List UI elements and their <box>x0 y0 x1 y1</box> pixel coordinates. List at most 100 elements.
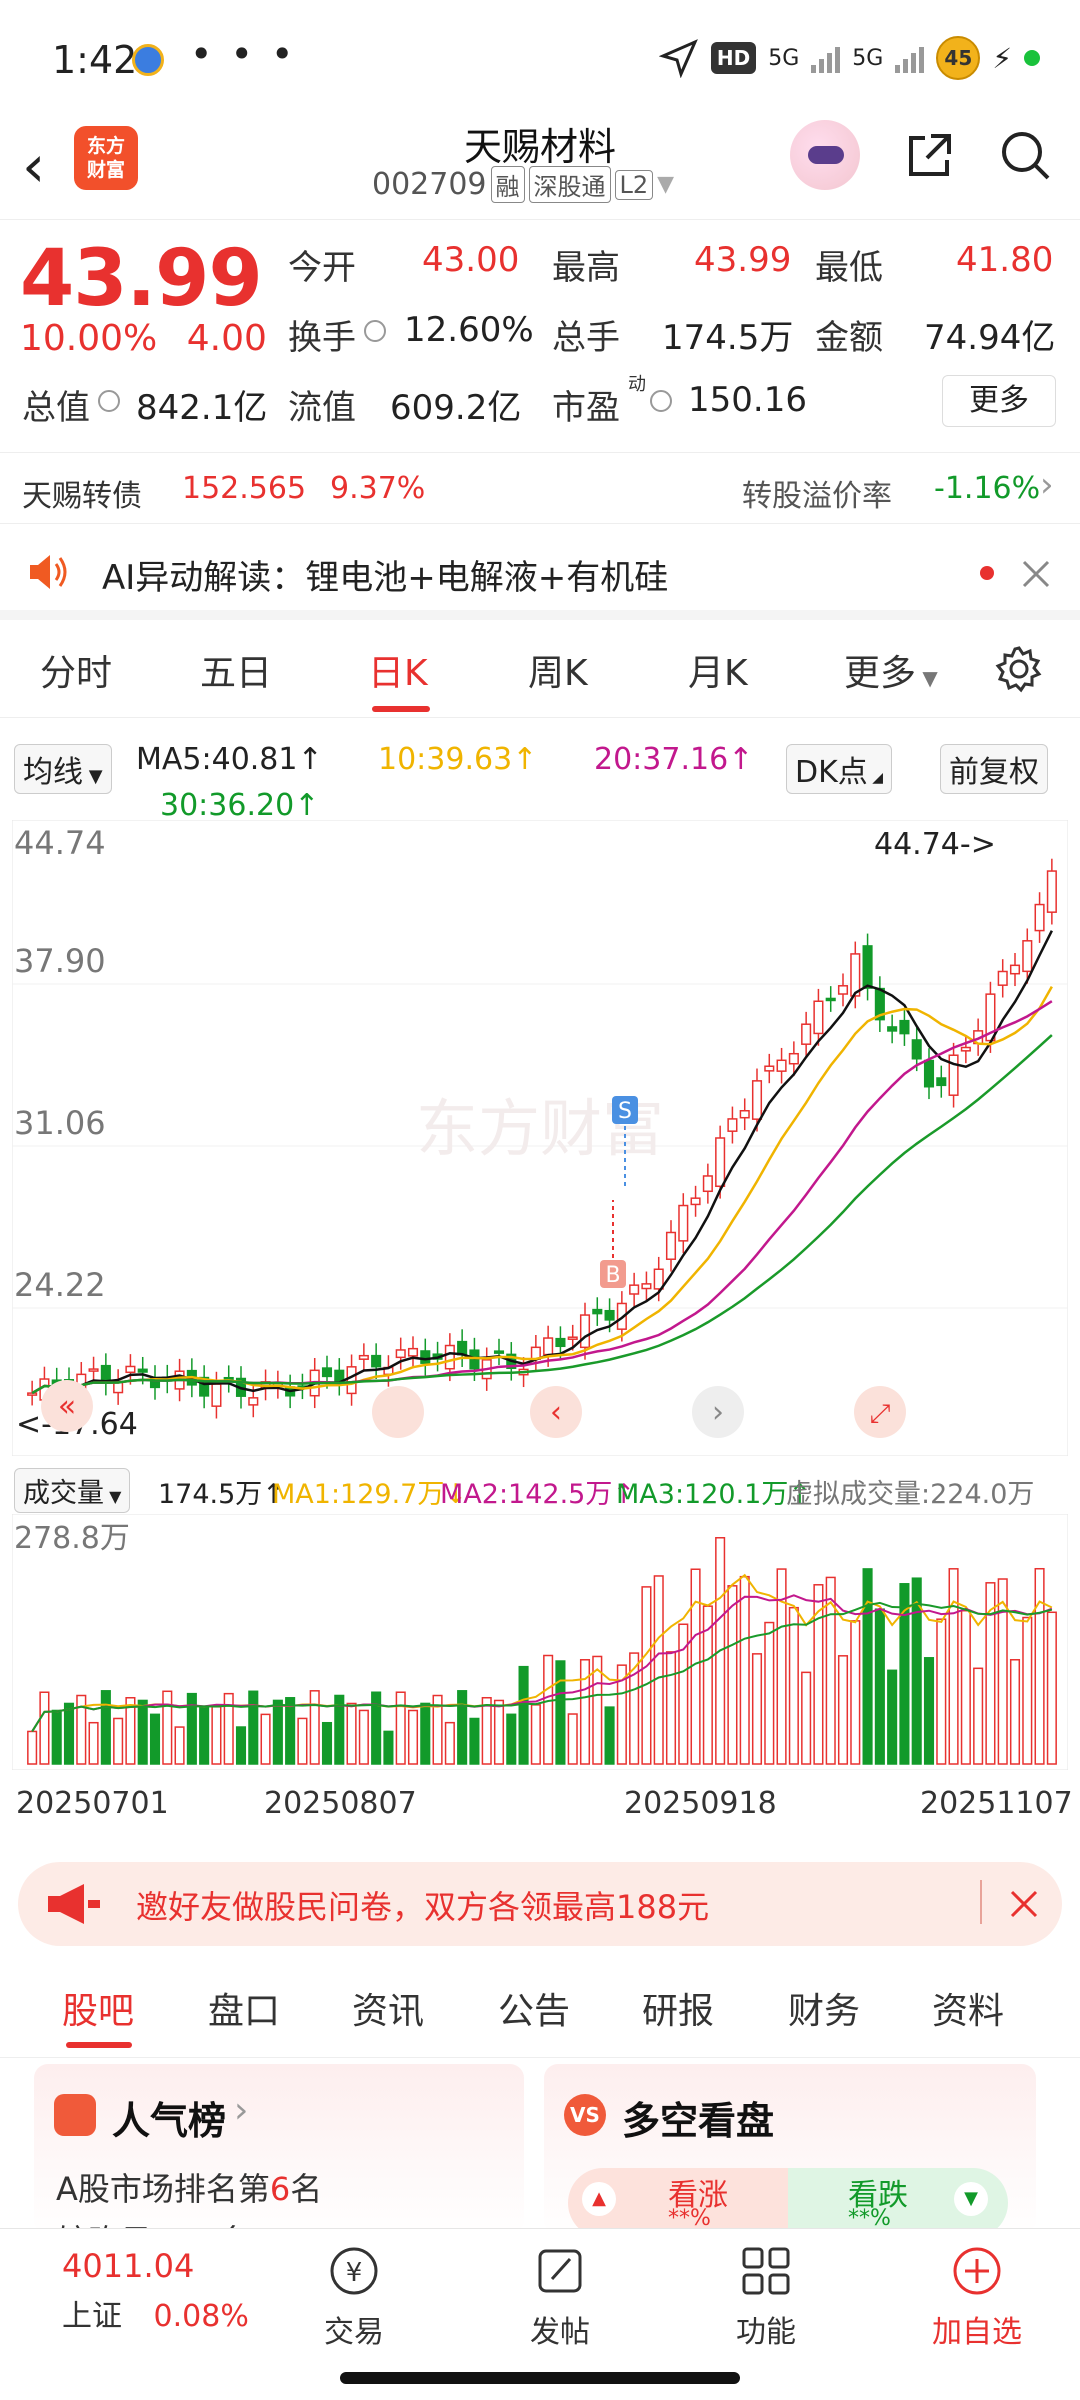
volume-bar <box>948 1568 959 1765</box>
bond-price: 152.565 <box>182 471 307 506</box>
signal-icon-2 <box>895 43 925 73</box>
ma-selector[interactable]: 均线 ▼ <box>14 744 112 794</box>
banner-close-icon[interactable] <box>1008 1888 1040 1920</box>
nav-add-watchlist[interactable]: 加自选 <box>922 2243 1032 2351</box>
candle-body <box>727 1118 738 1132</box>
tab-five-day[interactable]: 五日 <box>200 644 272 696</box>
volume-bar <box>493 1699 505 1765</box>
active-tab-indicator <box>372 706 430 712</box>
code-dropdown-icon[interactable]: ▼ <box>657 172 674 197</box>
more-quote-button[interactable]: 更多 <box>942 375 1056 427</box>
bull-side[interactable]: ▲ 看涨 **% <box>568 2168 788 2234</box>
volume-bar <box>137 1699 148 1765</box>
volume-bar <box>874 1608 885 1765</box>
tab-intraday[interactable]: 分时 <box>40 644 112 696</box>
date-label-3: 20250918 <box>624 1786 777 1821</box>
tab-orderbook[interactable]: 盘口 <box>208 1982 280 2034</box>
vol-ma2: MA2:142.5万↑ <box>440 1479 635 1510</box>
volume-label: 总手 <box>552 318 620 358</box>
candle-body <box>751 1080 763 1120</box>
banner-text: 邀好友做股民问卷，双方各领最高188元 <box>136 1888 710 1926</box>
volume-bar <box>506 1713 517 1765</box>
volume-bar <box>1046 1611 1057 1765</box>
volume-bar <box>358 1709 369 1765</box>
candle-body <box>862 945 873 989</box>
tab-financials[interactable]: 财务 <box>788 1982 860 2034</box>
tab-news[interactable]: 资讯 <box>352 1982 424 2034</box>
tab-weekly-k[interactable]: 周K <box>528 644 588 696</box>
volume-bar <box>837 1655 849 1765</box>
svg-text:¥: ¥ <box>346 2258 363 2288</box>
expand-icon: ⤢ <box>870 1399 891 1429</box>
search-icon[interactable] <box>998 128 1052 182</box>
promo-banner[interactable]: 邀好友做股民问卷，双方各领最高188元 <box>18 1862 1062 1946</box>
volume-bar <box>567 1713 578 1765</box>
ma-selector-label: 均线 <box>23 755 83 790</box>
volume-selector[interactable]: 成交量 ▼ <box>14 1468 131 1513</box>
candle-body <box>321 1367 333 1378</box>
bullbear-bar: ▲ 看涨 **% 看跌 **% ▼ <box>568 2168 1008 2234</box>
tab-forum[interactable]: 股吧 <box>62 1982 134 2034</box>
ai-assistant-icon[interactable] <box>790 120 860 190</box>
tab-monthly-k[interactable]: 月K <box>688 644 748 696</box>
mktcap-info-icon[interactable] <box>98 390 120 412</box>
index-widget[interactable]: 4011.04 上证 0.08% <box>62 2247 249 2335</box>
forum-tab-indicator <box>66 2042 132 2048</box>
low-label: 最低 <box>815 248 883 288</box>
rank-number: 6 <box>269 2170 291 2208</box>
megaphone-icon <box>48 1884 100 1924</box>
tab-more[interactable]: 更多 ▼ <box>844 644 938 696</box>
charging-icon: ⚡ <box>992 41 1012 75</box>
volume-value: 174.5万↑ <box>158 1479 285 1510</box>
volume-bar <box>248 1690 259 1765</box>
high-label: 最高 <box>552 248 620 288</box>
turnover-info-icon[interactable] <box>364 320 386 342</box>
tab-daily-k[interactable]: 日K <box>368 644 428 696</box>
unread-dot-icon <box>980 566 994 580</box>
tab-research[interactable]: 研报 <box>642 1982 714 2034</box>
nav-add-label: 加自选 <box>932 2315 1022 2350</box>
close-icon[interactable] <box>1020 558 1052 590</box>
candle-body <box>543 1337 554 1356</box>
tab-profile[interactable]: 资料 <box>932 1982 1004 2034</box>
open-value: 43.00 <box>422 240 520 280</box>
home-indicator <box>340 2372 740 2384</box>
chevron-right-icon: › <box>234 2090 249 2131</box>
nav-function[interactable]: 功能 <box>716 2243 816 2351</box>
volume-bar <box>113 1717 124 1765</box>
y-label-top: 44.74 <box>14 824 106 862</box>
candle-body <box>125 1365 136 1374</box>
candle-body <box>1034 903 1045 932</box>
volume-bar <box>383 1730 394 1765</box>
rank-prefix: A股市场排名第 <box>56 2170 270 2208</box>
volume-bar <box>149 1713 161 1765</box>
zoom-button[interactable] <box>372 1386 424 1438</box>
convertible-bond-row[interactable]: 天赐转债 152.565 9.37% 转股溢价率 -1.16% › <box>0 452 1080 524</box>
y-label-4: 24.22 <box>14 1266 106 1304</box>
bullbear-card[interactable]: VS 多空看盘 ▲ 看涨 **% 看跌 **% ▼ <box>544 2064 1036 2234</box>
speaker-icon <box>30 555 67 589</box>
share-icon[interactable] <box>905 130 955 180</box>
candle-body <box>887 1026 898 1032</box>
candle-body <box>665 1231 677 1260</box>
candlestick-chart[interactable]: 东方财富 44.74 37.90 31.06 24.22 44.74-> <-1… <box>12 820 1068 1456</box>
dk-point-button[interactable]: DK点 ◢ <box>786 744 892 794</box>
pe-info-icon[interactable] <box>650 390 672 412</box>
nav-trade[interactable]: ¥ 交易 <box>304 2243 404 2351</box>
volume-bar <box>260 1713 271 1765</box>
candle-body <box>690 1197 701 1206</box>
ai-notice-row[interactable]: AI异动解读：锂电池+电解液+有机硅 <box>0 528 1080 620</box>
buy-marker: B <box>605 1263 620 1288</box>
bear-side[interactable]: 看跌 **% ▼ <box>788 2168 1008 2234</box>
volume-chart[interactable]: 278.8万 <box>12 1514 1068 1770</box>
tab-announcements[interactable]: 公告 <box>498 1982 570 2034</box>
volume-bar <box>199 1706 210 1765</box>
popularity-card[interactable]: 人气榜 › A股市场排名第6名 较昨日↑87名 <box>34 2064 524 2234</box>
date-axis: 20250701 20250807 20250918 20251107 <box>0 1770 1080 1840</box>
location-icon <box>658 39 698 78</box>
app-notification-icon <box>132 44 164 76</box>
settings-gear-icon[interactable] <box>994 644 1044 694</box>
up-arrow-icon: ▲ <box>582 2182 616 2216</box>
nav-post[interactable]: 发帖 <box>510 2243 610 2351</box>
adjust-button[interactable]: 前复权 <box>940 744 1048 794</box>
